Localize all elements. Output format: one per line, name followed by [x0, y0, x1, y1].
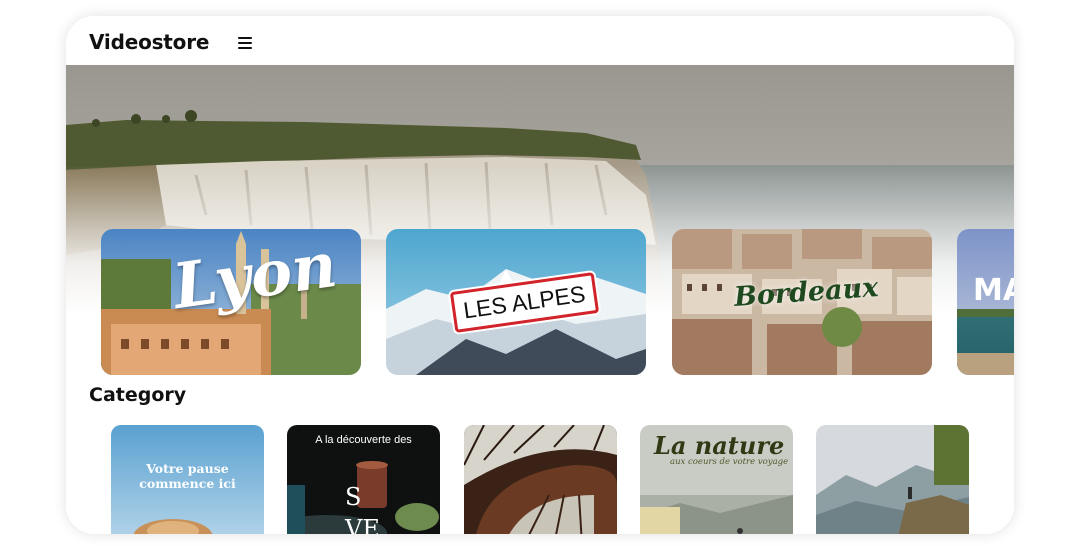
category-card-pause[interactable]: Votre pause commence ici: [111, 425, 264, 534]
category-card-nature[interactable]: La nature aux coeurs de votre voyage: [640, 425, 793, 534]
category-text: Votre pause commence ici: [139, 461, 236, 491]
category-heading: Category: [89, 384, 187, 406]
category-card-mountain[interactable]: [816, 425, 969, 534]
destination-label: MA: [973, 273, 1014, 308]
destination-card-alpes[interactable]: LES ALPES: [386, 229, 646, 375]
app-frame: Videostore Lyon LES ALPES Bordeaux M Cat…: [66, 16, 1014, 534]
category-card-decouverte[interactable]: S VE A la découverte des: [287, 425, 440, 534]
svg-text:S: S: [345, 483, 361, 511]
category-subtitle: aux coeurs de votre voyage: [670, 457, 789, 467]
category-text: A la découverte des: [315, 434, 412, 446]
category-card-architecture[interactable]: [464, 425, 617, 534]
destination-card-bordeaux[interactable]: Bordeaux: [672, 229, 932, 375]
app-title[interactable]: Videostore: [89, 30, 209, 54]
top-bar: Videostore: [66, 16, 1014, 65]
category-text: La nature: [654, 431, 785, 460]
glass-dome-photo: [464, 425, 617, 534]
destination-card-lyon[interactable]: Lyon: [101, 229, 361, 375]
hamburger-menu-icon[interactable]: [238, 37, 252, 49]
destination-card-partial[interactable]: MA: [957, 229, 1014, 375]
svg-text:VE: VE: [344, 515, 380, 534]
mountain-photo: [816, 425, 969, 534]
